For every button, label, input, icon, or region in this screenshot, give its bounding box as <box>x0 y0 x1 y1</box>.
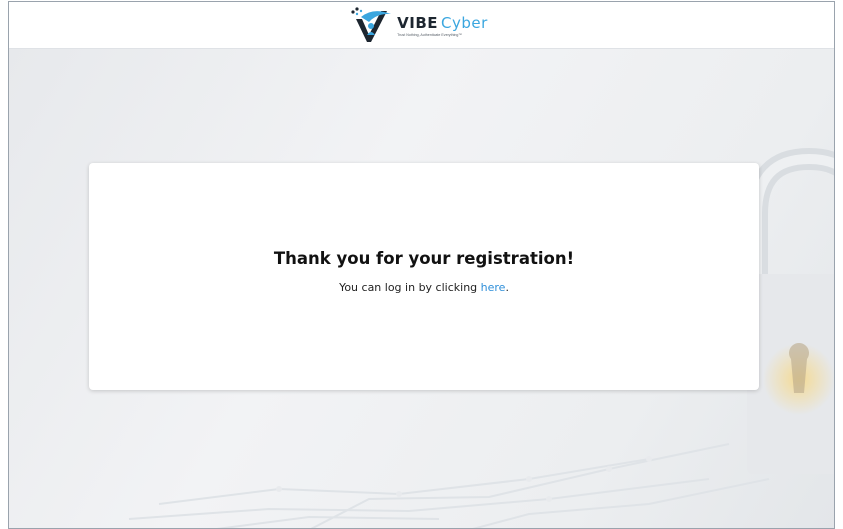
brand-name-vibe: VIBE <box>397 13 439 32</box>
login-instruction-text: You can log in by clicking <box>339 281 481 294</box>
login-link[interactable]: here <box>481 281 506 294</box>
brand-tagline: Trust Nothing, Authenticate Everything™ <box>397 32 462 37</box>
login-instruction-period: . <box>505 281 509 294</box>
brand-name-cyber: Cyber <box>441 13 488 32</box>
vibe-cyber-logo-icon <box>351 7 392 42</box>
brand-text: VIBE Cyber Trust Nothing, Authenticate Ev… <box>397 15 488 38</box>
login-instruction: You can log in by clicking here. <box>89 281 759 294</box>
page-frame: VIBE Cyber Trust Nothing, Authenticate Ev… <box>8 1 835 529</box>
brand-name: VIBE Cyber <box>397 15 488 32</box>
registration-confirmation-card: Thank you for your registration! You can… <box>89 163 759 390</box>
site-header: VIBE Cyber Trust Nothing, Authenticate Ev… <box>9 2 834 49</box>
brand-logo[interactable]: VIBE Cyber Trust Nothing, Authenticate Ev… <box>347 5 488 45</box>
confirmation-title: Thank you for your registration! <box>273 249 575 268</box>
